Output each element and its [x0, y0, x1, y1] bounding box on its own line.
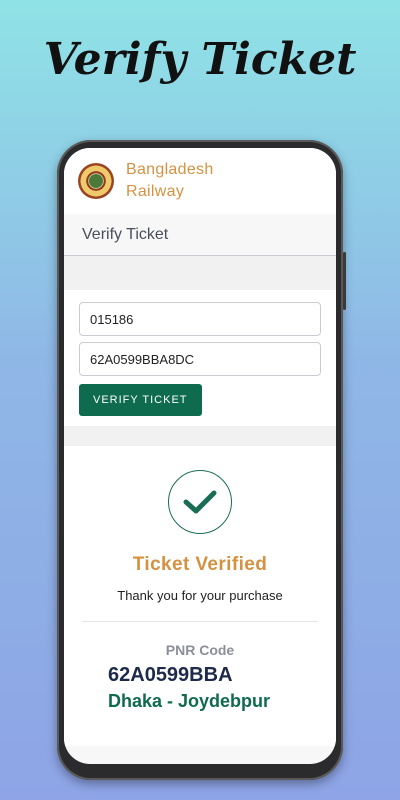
pnr-code: 62A0599BBA	[108, 664, 233, 686]
verified-badge	[168, 470, 232, 534]
spacer	[64, 256, 336, 290]
mobile-field[interactable]	[79, 302, 321, 336]
railway-logo-icon	[78, 163, 114, 199]
promo-title: Verify Ticket	[43, 34, 357, 85]
pnr-field[interactable]	[79, 342, 321, 376]
check-icon	[183, 490, 217, 514]
status-title: Ticket Verified	[132, 554, 268, 575]
brand-name: Bangladesh Railway	[126, 159, 214, 203]
brand-line-1: Bangladesh	[126, 161, 214, 178]
phone-frame: Bangladesh Railway Verify Ticket VERIFY …	[57, 140, 346, 780]
verify-ticket-button[interactable]: VERIFY TICKET	[79, 384, 202, 416]
divider	[82, 621, 318, 622]
page-title: Verify Ticket	[64, 214, 336, 256]
spacer	[64, 426, 336, 446]
pnr-label: PNR Code	[165, 642, 235, 658]
app-screen: Bangladesh Railway Verify Ticket VERIFY …	[64, 148, 336, 764]
phone-side-button	[343, 252, 346, 310]
route: Dhaka - Joydebpur	[108, 691, 271, 711]
verification-result: Ticket Verified Thank you for your purch…	[64, 446, 336, 746]
thanks-text: Thank you for your purchase	[117, 588, 283, 603]
app-bar: Bangladesh Railway	[64, 148, 336, 214]
verify-form: VERIFY TICKET	[64, 290, 336, 426]
brand-line-2: Railway	[126, 183, 185, 200]
